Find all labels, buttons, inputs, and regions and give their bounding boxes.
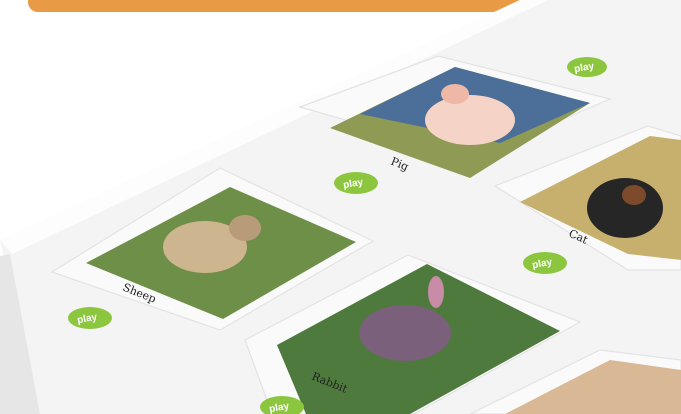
play-button-rabbit[interactable]: play xyxy=(68,307,112,329)
rabbit-icon xyxy=(359,305,451,361)
pig-icon xyxy=(425,95,515,145)
cat-icon xyxy=(587,178,663,238)
rabbit-ear xyxy=(428,276,444,308)
cat-patch xyxy=(622,185,646,205)
sheep-head xyxy=(229,215,261,241)
play-text: play xyxy=(268,401,290,414)
photo-sheet: Pig play Cat play Sheep play Rabbit play… xyxy=(0,0,681,414)
play-button-cat[interactable]: play xyxy=(523,252,567,274)
play-button-sheep[interactable]: play xyxy=(334,172,378,194)
pig-ear xyxy=(441,84,469,104)
play-button-pig[interactable]: play xyxy=(567,57,607,77)
